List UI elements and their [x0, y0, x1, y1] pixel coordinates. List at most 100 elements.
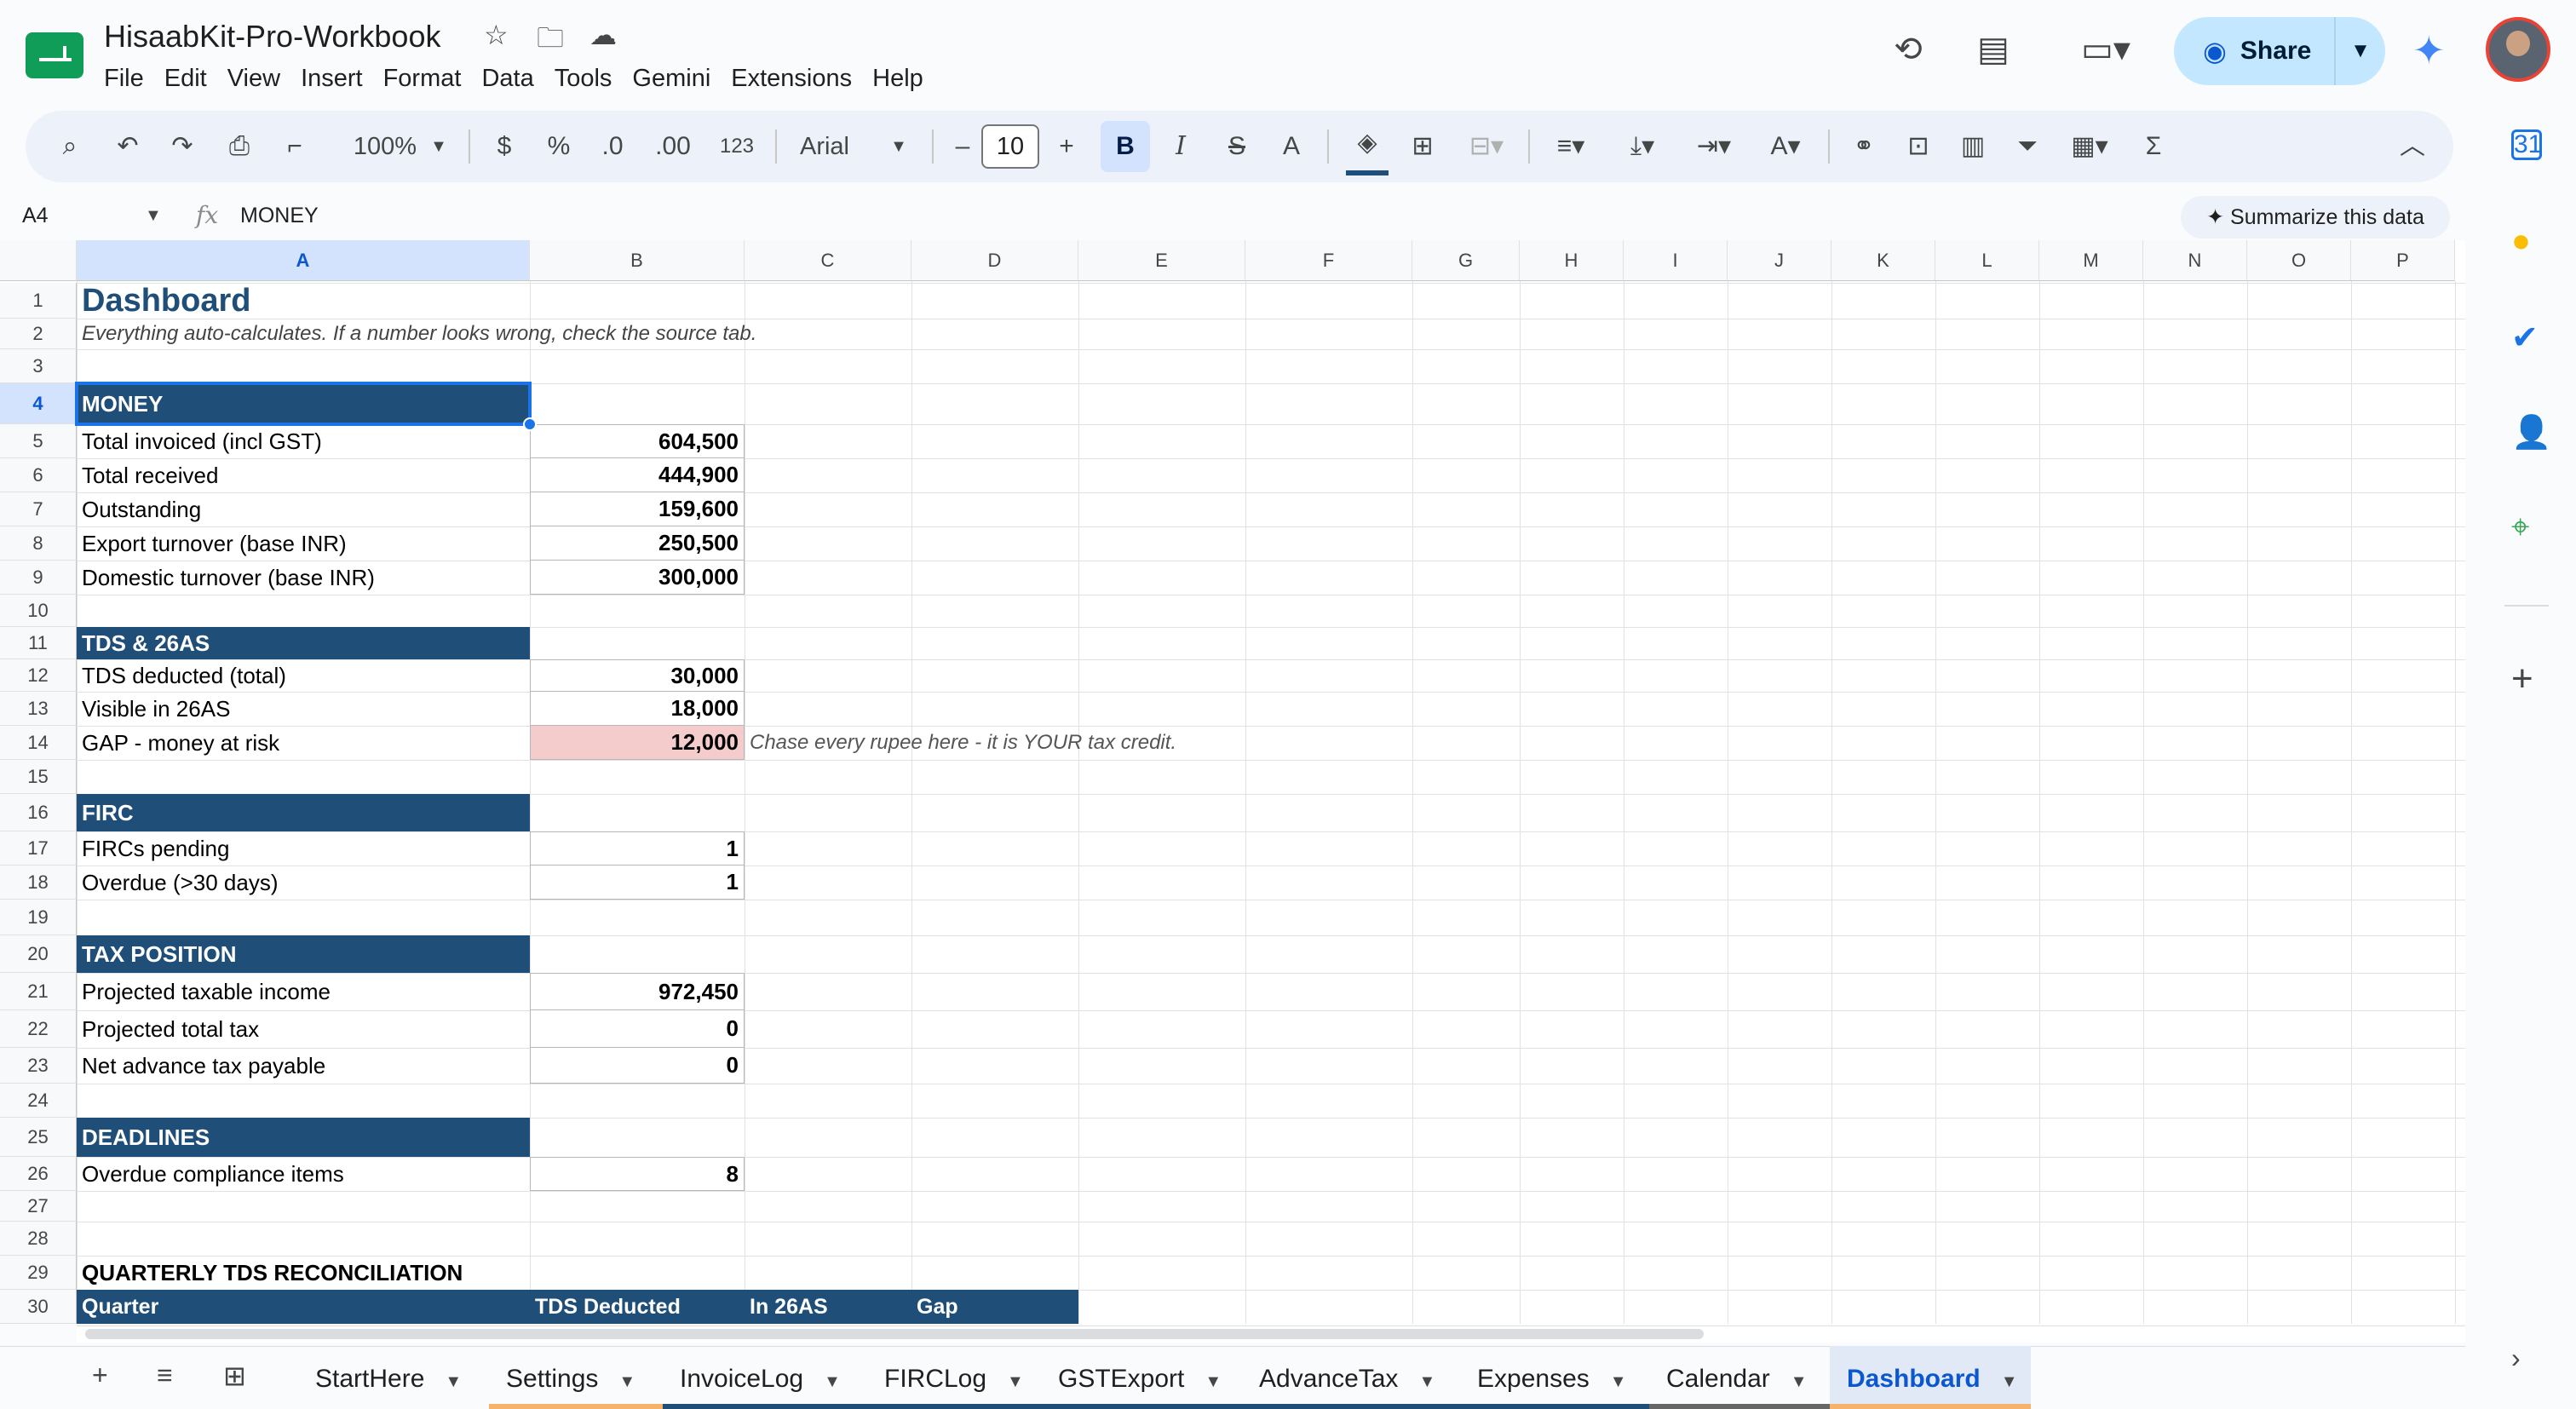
row-header[interactable]: 21: [0, 973, 77, 1010]
metric-value[interactable]: 18,000: [530, 692, 745, 726]
metric-label[interactable]: GAP - money at risk: [77, 726, 530, 760]
column-header[interactable]: F: [1245, 240, 1412, 281]
row-header[interactable]: 13: [0, 692, 77, 726]
sheet-tab-dropdown-icon[interactable]: ▼: [1418, 1372, 1435, 1391]
row-header[interactable]: 25: [0, 1118, 77, 1157]
metric-value[interactable]: 30,000: [530, 659, 745, 692]
row-header[interactable]: 18: [0, 866, 77, 900]
row-header[interactable]: 28: [0, 1222, 77, 1256]
menu-file[interactable]: File: [104, 61, 154, 95]
strikethrough-button[interactable]: S: [1218, 111, 1256, 182]
undo-icon[interactable]: ↶: [109, 111, 147, 182]
column-header[interactable]: A: [77, 240, 530, 281]
metric-value[interactable]: 250,500: [530, 526, 745, 561]
row-header[interactable]: 10: [0, 595, 77, 627]
summarize-button[interactable]: ✦ Summarize this data: [2181, 196, 2450, 239]
row-header[interactable]: 29: [0, 1256, 77, 1290]
metric-label[interactable]: Overdue (>30 days): [77, 866, 530, 900]
star-icon[interactable]: ☆: [484, 19, 509, 51]
metric-label[interactable]: Overdue compliance items: [77, 1157, 530, 1191]
quarterly-header[interactable]: Gap: [911, 1290, 1078, 1324]
metric-label[interactable]: Export turnover (base INR): [77, 526, 530, 561]
metric-value[interactable]: 604,500: [530, 424, 745, 458]
insert-link-icon[interactable]: ⚭: [1845, 111, 1883, 182]
fill-handle[interactable]: [523, 417, 537, 431]
row-header[interactable]: 14: [0, 726, 77, 760]
gap-note[interactable]: Chase every rupee here - it is YOUR tax …: [745, 726, 1245, 760]
menu-insert[interactable]: Insert: [290, 61, 373, 95]
sheet-tab-dropdown-icon[interactable]: ▼: [618, 1372, 635, 1391]
metric-label[interactable]: Projected total tax: [77, 1010, 530, 1048]
sheet-tab-dropdown-icon[interactable]: ▼: [2001, 1372, 2018, 1391]
column-header[interactable]: E: [1078, 240, 1245, 281]
font-size-input[interactable]: 10: [981, 124, 1039, 169]
section-header[interactable]: TAX POSITION: [77, 935, 530, 973]
move-folder-icon[interactable]: 🗀: [537, 19, 564, 65]
merge-cells-icon[interactable]: ⊟▾: [1457, 111, 1516, 182]
text-rotation-icon[interactable]: A▾: [1758, 111, 1813, 182]
section-header[interactable]: FIRC: [77, 794, 530, 831]
sheet-tab[interactable]: Settings ▼: [489, 1346, 663, 1409]
sheet-tab[interactable]: InvoiceLog ▼: [663, 1346, 867, 1409]
search-menus-icon[interactable]: ⌕: [51, 111, 89, 182]
share-main[interactable]: ◉ Share: [2174, 17, 2336, 85]
column-header[interactable]: L: [1935, 240, 2039, 281]
insert-chart-icon[interactable]: ▥: [1954, 111, 1992, 182]
column-header[interactable]: B: [530, 240, 745, 281]
row-header[interactable]: 4: [0, 383, 77, 424]
column-header[interactable]: K: [1831, 240, 1935, 281]
fill-color-icon[interactable]: ◈: [1346, 118, 1389, 175]
decrease-font-size-button[interactable]: –: [944, 111, 981, 182]
sheet-view-icon[interactable]: ⊞: [223, 1360, 246, 1392]
sheet-tab-dropdown-icon[interactable]: ▼: [1791, 1372, 1808, 1391]
sheet-tab[interactable]: FIRCLog ▼: [867, 1346, 1041, 1409]
gemini-icon[interactable]: ✦: [2412, 27, 2446, 73]
increase-decimal-button[interactable]: .00: [647, 111, 699, 182]
select-all-corner[interactable]: [0, 240, 77, 281]
comments-icon[interactable]: ▤: [1966, 24, 2021, 78]
metric-label[interactable]: Domestic turnover (base INR): [77, 561, 530, 595]
text-color-button[interactable]: A: [1273, 111, 1310, 182]
version-history-icon[interactable]: ⟲: [1881, 24, 1935, 78]
metric-label[interactable]: TDS deducted (total): [77, 659, 530, 692]
row-header[interactable]: 17: [0, 831, 77, 866]
menu-data[interactable]: Data: [471, 61, 543, 95]
keep-icon[interactable]: ●: [2511, 223, 2531, 260]
column-header[interactable]: J: [1728, 240, 1831, 281]
column-header[interactable]: N: [2143, 240, 2247, 281]
menu-gemini[interactable]: Gemini: [622, 61, 721, 95]
cloud-status-icon[interactable]: ☁: [589, 19, 617, 51]
column-header[interactable]: G: [1412, 240, 1520, 281]
sheet-tab[interactable]: Expenses ▼: [1460, 1346, 1649, 1409]
row-header[interactable]: 16: [0, 794, 77, 831]
metric-value[interactable]: 159,600: [530, 492, 745, 526]
metric-label[interactable]: Projected taxable income: [77, 973, 530, 1010]
sheets-logo-icon[interactable]: [26, 32, 83, 78]
row-header[interactable]: 2: [0, 319, 77, 349]
share-dropdown-icon[interactable]: ▼: [2336, 39, 2385, 63]
borders-icon[interactable]: ⊞: [1404, 111, 1441, 182]
menu-format[interactable]: Format: [373, 61, 472, 95]
document-title[interactable]: HisaabKit-Pro-Workbook: [104, 19, 440, 55]
menu-edit[interactable]: Edit: [154, 61, 217, 95]
row-header[interactable]: 23: [0, 1048, 77, 1084]
menu-extensions[interactable]: Extensions: [721, 61, 862, 95]
metric-value[interactable]: 444,900: [530, 458, 745, 492]
vertical-align-icon[interactable]: ⤓▾: [1615, 111, 1670, 182]
zoom-dropdown-icon[interactable]: ▼: [426, 111, 451, 182]
metric-value[interactable]: 1: [530, 866, 745, 900]
horizontal-scroll-thumb[interactable]: [85, 1329, 1704, 1339]
row-header[interactable]: 6: [0, 458, 77, 492]
bold-button[interactable]: B: [1101, 121, 1150, 172]
menu-view[interactable]: View: [217, 61, 290, 95]
metric-value[interactable]: 8: [530, 1157, 745, 1191]
sheet-tab[interactable]: Calendar ▼: [1649, 1346, 1830, 1409]
print-icon[interactable]: ⎙: [218, 111, 261, 182]
sheet-tab-dropdown-icon[interactable]: ▼: [1007, 1372, 1024, 1391]
functions-icon[interactable]: Σ: [2135, 111, 2172, 182]
quarterly-header[interactable]: In 26AS: [745, 1290, 911, 1324]
section-header[interactable]: DEADLINES: [77, 1118, 530, 1157]
avatar[interactable]: [2486, 17, 2550, 82]
menu-tools[interactable]: Tools: [544, 61, 623, 95]
italic-button[interactable]: I: [1162, 111, 1199, 182]
